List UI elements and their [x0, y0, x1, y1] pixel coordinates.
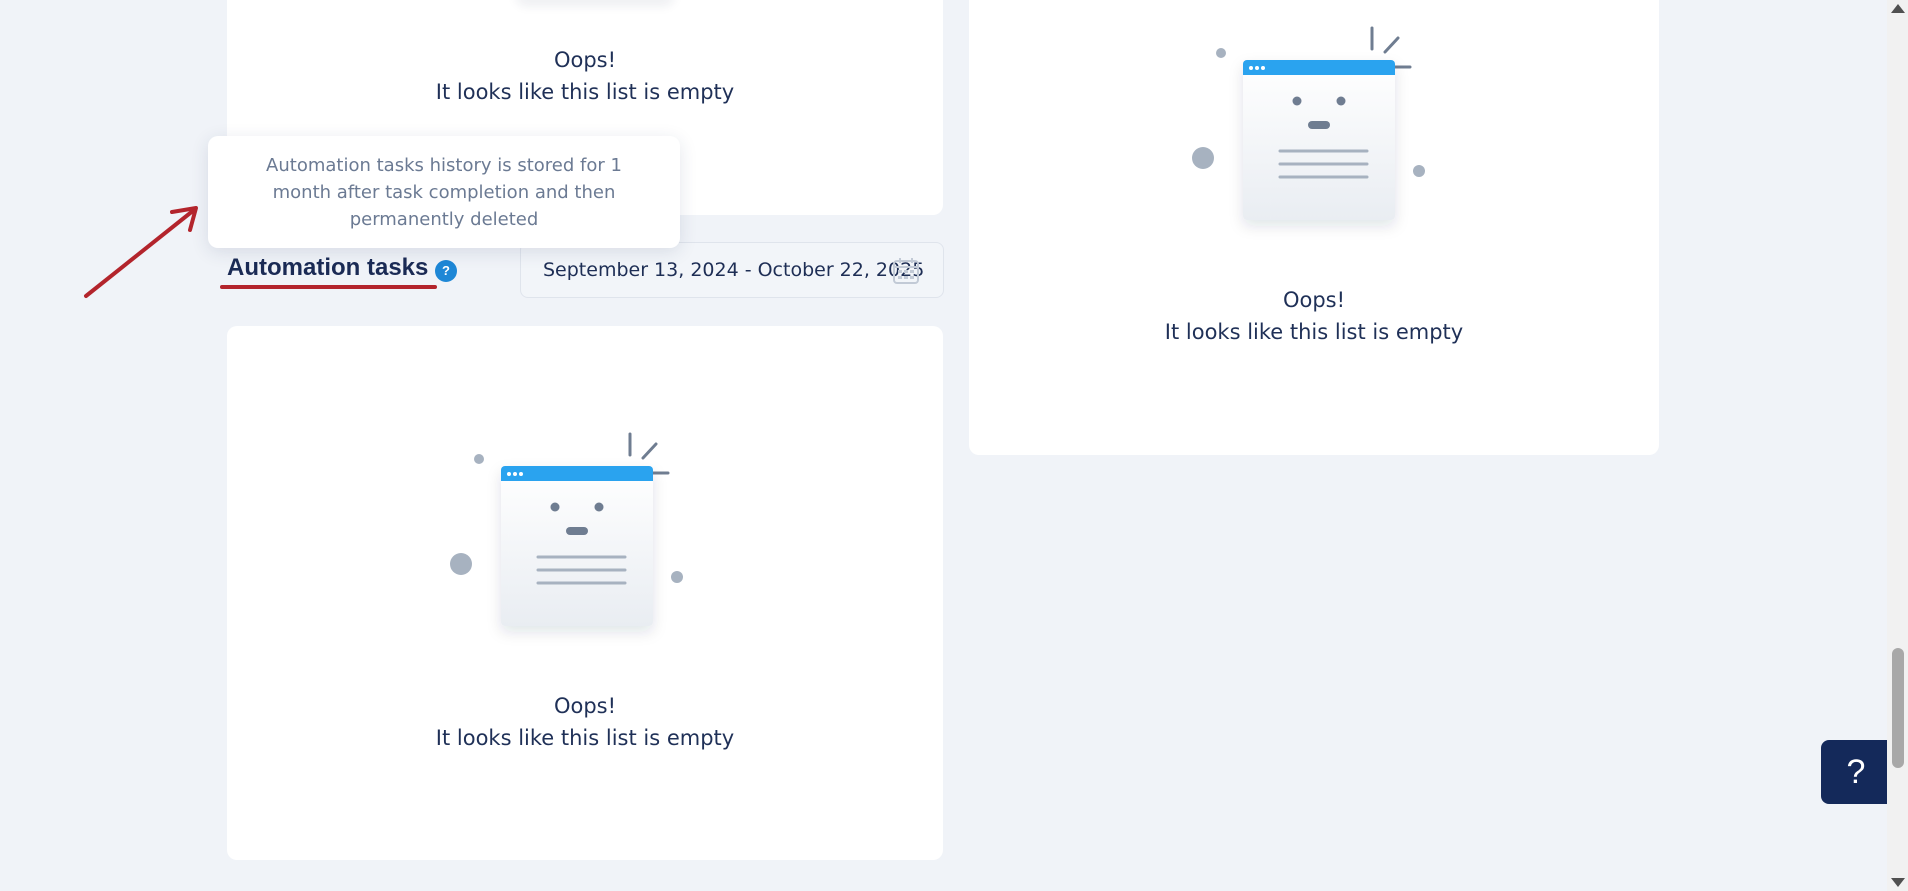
empty-list-illustration — [443, 430, 703, 660]
help-button[interactable]: ? — [1821, 740, 1891, 804]
red-arrow-annotation — [84, 206, 198, 298]
empty-state-subtitle: It looks like this list is empty — [435, 726, 735, 750]
scroll-up-arrow-icon[interactable] — [1891, 4, 1905, 13]
right-card: Oops! It looks like this list is empty — [969, 0, 1659, 455]
page-scrollbar[interactable] — [1887, 0, 1908, 891]
date-range-value: September 13, 2024 - October 22, 2025 — [543, 259, 925, 281]
automation-tasks-title: Automation tasks — [227, 254, 429, 281]
empty-list-illustration — [1185, 24, 1445, 254]
red-underline-annotation — [220, 285, 437, 289]
help-tooltip: Automation tasks history is stored for 1… — [208, 136, 680, 248]
empty-state-message: Oops! It looks like this list is empty — [969, 284, 1659, 348]
scroll-down-arrow-icon[interactable] — [1891, 878, 1905, 887]
question-circle-icon[interactable]: ? — [435, 260, 457, 282]
calendar-icon — [893, 258, 919, 284]
empty-state-subtitle: It looks like this list is empty — [1164, 320, 1464, 344]
tooltip-text: Automation tasks history is stored for 1… — [266, 155, 622, 230]
empty-state-subtitle: It looks like this list is empty — [435, 80, 735, 104]
empty-state-title: Oops! — [553, 48, 617, 72]
automation-tasks-card: Oops! It looks like this list is empty — [227, 326, 943, 860]
empty-state-title: Oops! — [1282, 288, 1346, 312]
date-range-picker[interactable]: September 13, 2024 - October 22, 2025 — [520, 242, 944, 298]
empty-state-message: Oops! It looks like this list is empty — [227, 44, 943, 108]
empty-state-title: Oops! — [553, 694, 617, 718]
empty-state-message: Oops! It looks like this list is empty — [227, 690, 943, 754]
scrollbar-thumb[interactable] — [1892, 648, 1904, 768]
